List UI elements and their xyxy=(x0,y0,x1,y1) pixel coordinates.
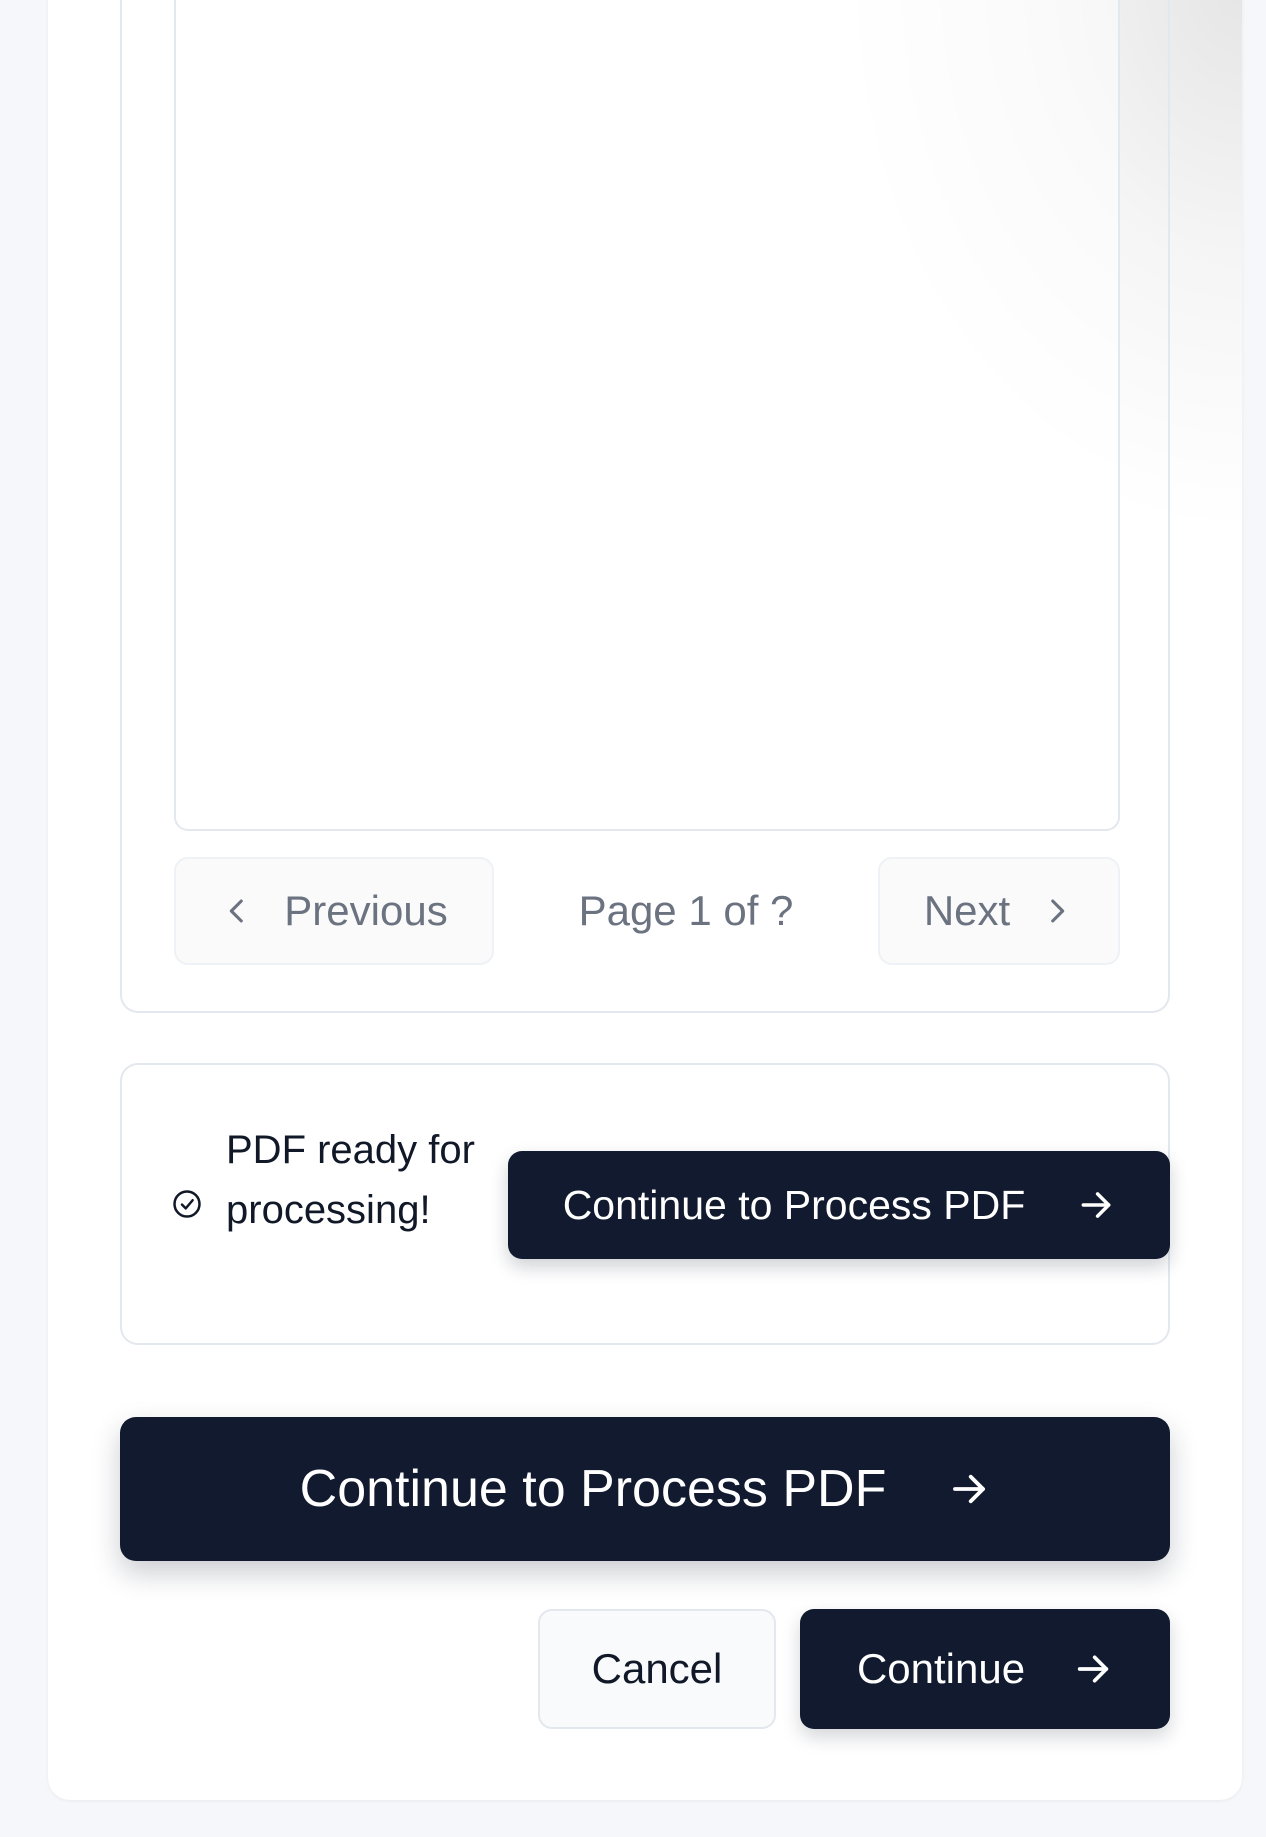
arrow-right-icon xyxy=(953,1474,986,1504)
upload-dialog: Previous Page 1 of ? Next PDF ready for … xyxy=(48,0,1242,1800)
next-page-button[interactable]: Next xyxy=(878,857,1120,965)
cancel-button[interactable]: Cancel xyxy=(538,1609,776,1729)
check-circle-icon xyxy=(173,1190,201,1218)
cancel-label: Cancel xyxy=(591,1645,723,1692)
previous-page-label: Previous xyxy=(284,887,448,934)
next-page-label: Next xyxy=(923,887,1011,934)
chevron-right-icon xyxy=(1051,899,1065,923)
arrow-right-icon xyxy=(1081,1192,1111,1218)
ready-status-card: PDF ready for processing! Continue to Pr… xyxy=(120,1063,1170,1345)
inline-continue-to-process-button[interactable]: Continue to Process PDF xyxy=(508,1151,1170,1259)
previous-page-button[interactable]: Previous xyxy=(174,857,494,965)
continue-to-process-button[interactable]: Continue to Process PDF xyxy=(120,1417,1170,1561)
pdf-page-viewer[interactable] xyxy=(174,0,1120,831)
inline-continue-label: Continue to Process PDF xyxy=(562,1181,1026,1228)
page: Previous Page 1 of ? Next PDF ready for … xyxy=(0,0,1266,1837)
pagination-bar: Previous Page 1 of ? Next xyxy=(174,857,1120,965)
continue-button[interactable]: Continue xyxy=(800,1609,1170,1729)
page-indicator: Page 1 of ? xyxy=(578,887,794,934)
chevron-left-icon xyxy=(230,899,244,923)
pdf-preview-card: Previous Page 1 of ? Next xyxy=(120,0,1170,1013)
continue-to-process-label: Continue to Process PDF xyxy=(299,1460,887,1518)
ready-status-message: PDF ready for processing! xyxy=(226,1128,475,1232)
arrow-right-icon xyxy=(1077,1655,1109,1683)
continue-label: Continue xyxy=(856,1645,1026,1692)
